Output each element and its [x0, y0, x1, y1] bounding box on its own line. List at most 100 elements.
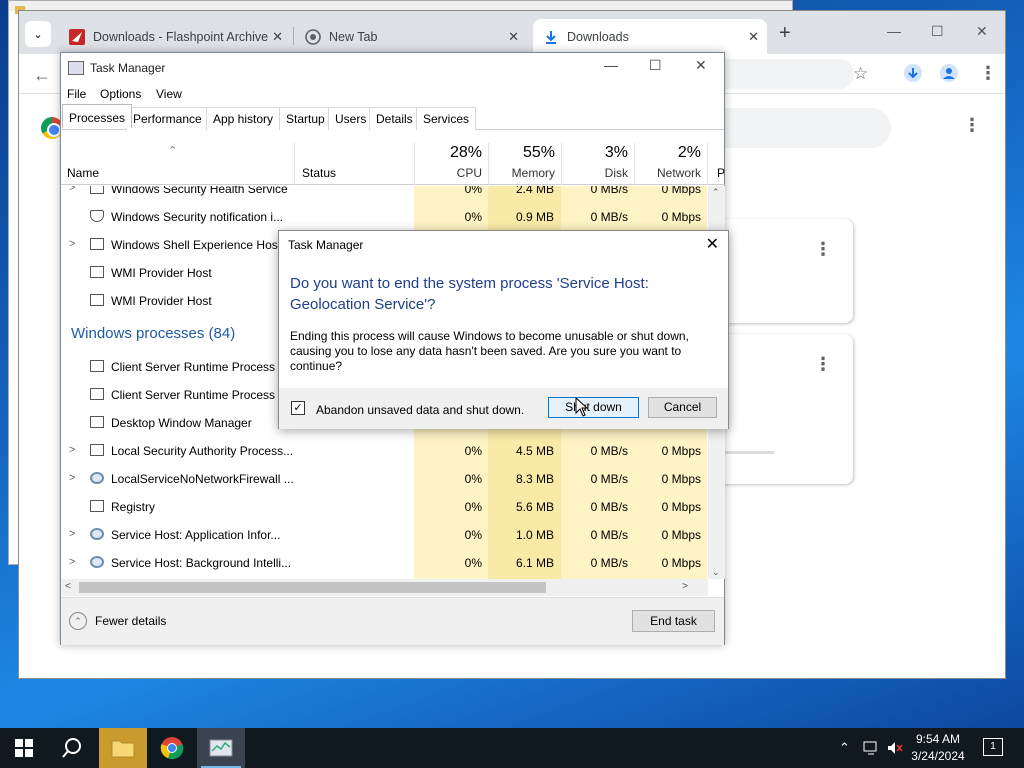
confirm-dialog: Task Manager ✕ Do you want to end the sy…	[278, 230, 729, 429]
gear-icon	[90, 472, 104, 484]
menu-options[interactable]: Options	[100, 87, 141, 101]
tab-startup[interactable]: Startup	[279, 107, 332, 130]
desktop: ⌄ Downloads - Flashpoint Archive ✕ New T…	[0, 0, 1024, 728]
task-manager-taskbar-button[interactable]	[197, 728, 245, 768]
end-task-button[interactable]: End task	[632, 610, 715, 632]
profile-icon[interactable]	[939, 63, 959, 88]
file-explorer-button[interactable]	[99, 728, 147, 768]
maximize-button[interactable]: ☐	[931, 23, 944, 40]
column-power[interactable]: P	[707, 143, 725, 185]
notification-count: 1	[990, 741, 996, 752]
tab-services[interactable]: Services	[416, 107, 477, 130]
expand-chevron-icon[interactable]: >	[69, 186, 75, 194]
scroll-down-icon[interactable]: ⌄	[712, 567, 720, 578]
expand-chevron-icon[interactable]: >	[69, 472, 75, 484]
tab-flashpoint-downloads[interactable]: Downloads - Flashpoint Archive ✕	[59, 19, 291, 54]
bookmark-star-icon[interactable]: ☆	[853, 64, 868, 84]
scroll-left-icon[interactable]: <	[65, 581, 71, 592]
close-icon[interactable]: ✕	[706, 234, 719, 254]
expand-chevron-icon[interactable]: >	[69, 238, 75, 250]
column-network[interactable]: 2% Network	[634, 143, 707, 185]
menu-file[interactable]: File	[67, 87, 86, 101]
taskbar: ⌃ 9:54 AM 3/24/2024 1	[0, 728, 1024, 768]
notification-center-icon[interactable]: 1	[983, 738, 1003, 756]
minimize-button[interactable]: —	[604, 57, 618, 73]
card-menu-icon[interactable]: ⋮	[814, 239, 832, 260]
tab-performance[interactable]: Performance	[126, 107, 209, 130]
close-button[interactable]: ✕	[695, 57, 707, 74]
table-row[interactable]: > Local Security Authority Process... 0%…	[61, 437, 708, 465]
tab-downloads[interactable]: Downloads ✕	[533, 19, 767, 54]
table-row[interactable]: > Service Host: Background Intelli... 0%…	[61, 549, 708, 577]
column-name[interactable]: Name	[67, 166, 99, 180]
table-row[interactable]: > LocalServiceNoNetworkFirewall ... 0% 8…	[61, 465, 708, 493]
horizontal-scrollbar[interactable]: < >	[61, 579, 708, 596]
browser-menu-icon[interactable]: ⋮	[979, 63, 997, 84]
downloads-icon[interactable]	[903, 63, 923, 88]
checkbox-label[interactable]: Abandon unsaved data and shut down.	[316, 403, 524, 417]
column-status[interactable]: Status	[294, 143, 414, 185]
scroll-up-icon[interactable]: ⌃	[712, 187, 720, 198]
column-header: ⌃ Name Status 28% CPU 55% Memory 3% Disk…	[61, 143, 725, 185]
sort-up-icon: ⌃	[168, 145, 178, 157]
show-hidden-icons-chevron-icon[interactable]: ⌃	[839, 740, 850, 756]
progress-line	[724, 451, 774, 454]
column-memory[interactable]: 55% Memory	[488, 143, 561, 185]
start-button[interactable]	[0, 728, 48, 768]
chrome-icon	[305, 28, 321, 45]
close-button[interactable]: ✕	[976, 23, 988, 40]
downloads-search-field[interactable]	[719, 108, 891, 148]
search-button[interactable]	[48, 728, 96, 768]
expand-chevron-icon[interactable]: >	[69, 528, 75, 540]
tab-search-button[interactable]: ⌄	[25, 21, 51, 47]
column-disk[interactable]: 3% Disk	[561, 143, 634, 185]
download-icon	[543, 29, 559, 45]
tab-processes[interactable]: Processes	[62, 104, 133, 128]
dialog-title: Task Manager	[288, 238, 364, 252]
abandon-data-checkbox[interactable]: ✓	[291, 401, 305, 415]
mouse-cursor-icon	[575, 397, 589, 417]
windows-logo-icon	[15, 739, 33, 757]
gear-icon	[90, 528, 104, 540]
new-tab-button[interactable]: +	[779, 22, 791, 45]
column-cpu[interactable]: 28% CPU	[414, 143, 488, 185]
tab-label: New Tab	[329, 29, 378, 44]
fewer-details-button[interactable]: ⌃ Fewer details	[69, 612, 166, 630]
search-icon	[62, 738, 81, 758]
cancel-button[interactable]: Cancel	[648, 397, 717, 418]
close-icon[interactable]: ✕	[272, 29, 283, 45]
wmi-icon	[90, 294, 104, 306]
table-row[interactable]: > Windows Security Health Service 0% 2.4…	[61, 186, 708, 203]
scroll-thumb[interactable]	[79, 582, 546, 593]
chrome-icon	[160, 737, 184, 760]
back-arrow-icon[interactable]: ←	[33, 65, 51, 86]
window-icon	[90, 500, 104, 512]
scroll-right-icon[interactable]: >	[682, 581, 688, 592]
chrome-taskbar-button[interactable]	[148, 728, 196, 768]
table-row[interactable]: Registry 0% 5.6 MB 0 MB/s 0 Mbps	[61, 493, 708, 521]
shut-down-button[interactable]: Shut down	[548, 397, 639, 418]
close-icon[interactable]: ✕	[508, 29, 519, 45]
network-icon[interactable]	[862, 740, 880, 756]
tab-users[interactable]: Users	[328, 107, 374, 130]
address-bar[interactable]	[719, 59, 854, 89]
card-menu-icon[interactable]: ⋮	[814, 354, 832, 375]
maximize-button[interactable]: ☐	[649, 57, 662, 74]
tab-new-tab[interactable]: New Tab ✕	[295, 19, 527, 54]
downloads-menu-icon[interactable]: ⋮	[963, 115, 981, 136]
menu-bar: File Options View	[61, 83, 724, 105]
expand-chevron-icon[interactable]: >	[69, 556, 75, 568]
menu-view[interactable]: View	[156, 87, 182, 101]
group-header: Windows processes (84)	[71, 325, 236, 342]
folder-icon	[111, 740, 135, 758]
tab-app-history[interactable]: App history	[206, 107, 281, 130]
chevron-up-icon: ⌃	[69, 612, 87, 630]
tab-label: Downloads - Flashpoint Archive	[93, 29, 269, 44]
table-row[interactable]: > Service Host: Application Infor... 0% …	[61, 521, 708, 549]
tab-details[interactable]: Details	[369, 107, 420, 130]
minimize-button[interactable]: —	[887, 23, 901, 39]
expand-chevron-icon[interactable]: >	[69, 444, 75, 456]
table-row[interactable]: Windows Security notification i... 0% 0.…	[61, 203, 708, 231]
system-clock[interactable]: 9:54 AM 3/24/2024	[895, 731, 981, 765]
close-icon[interactable]: ✕	[748, 29, 759, 45]
